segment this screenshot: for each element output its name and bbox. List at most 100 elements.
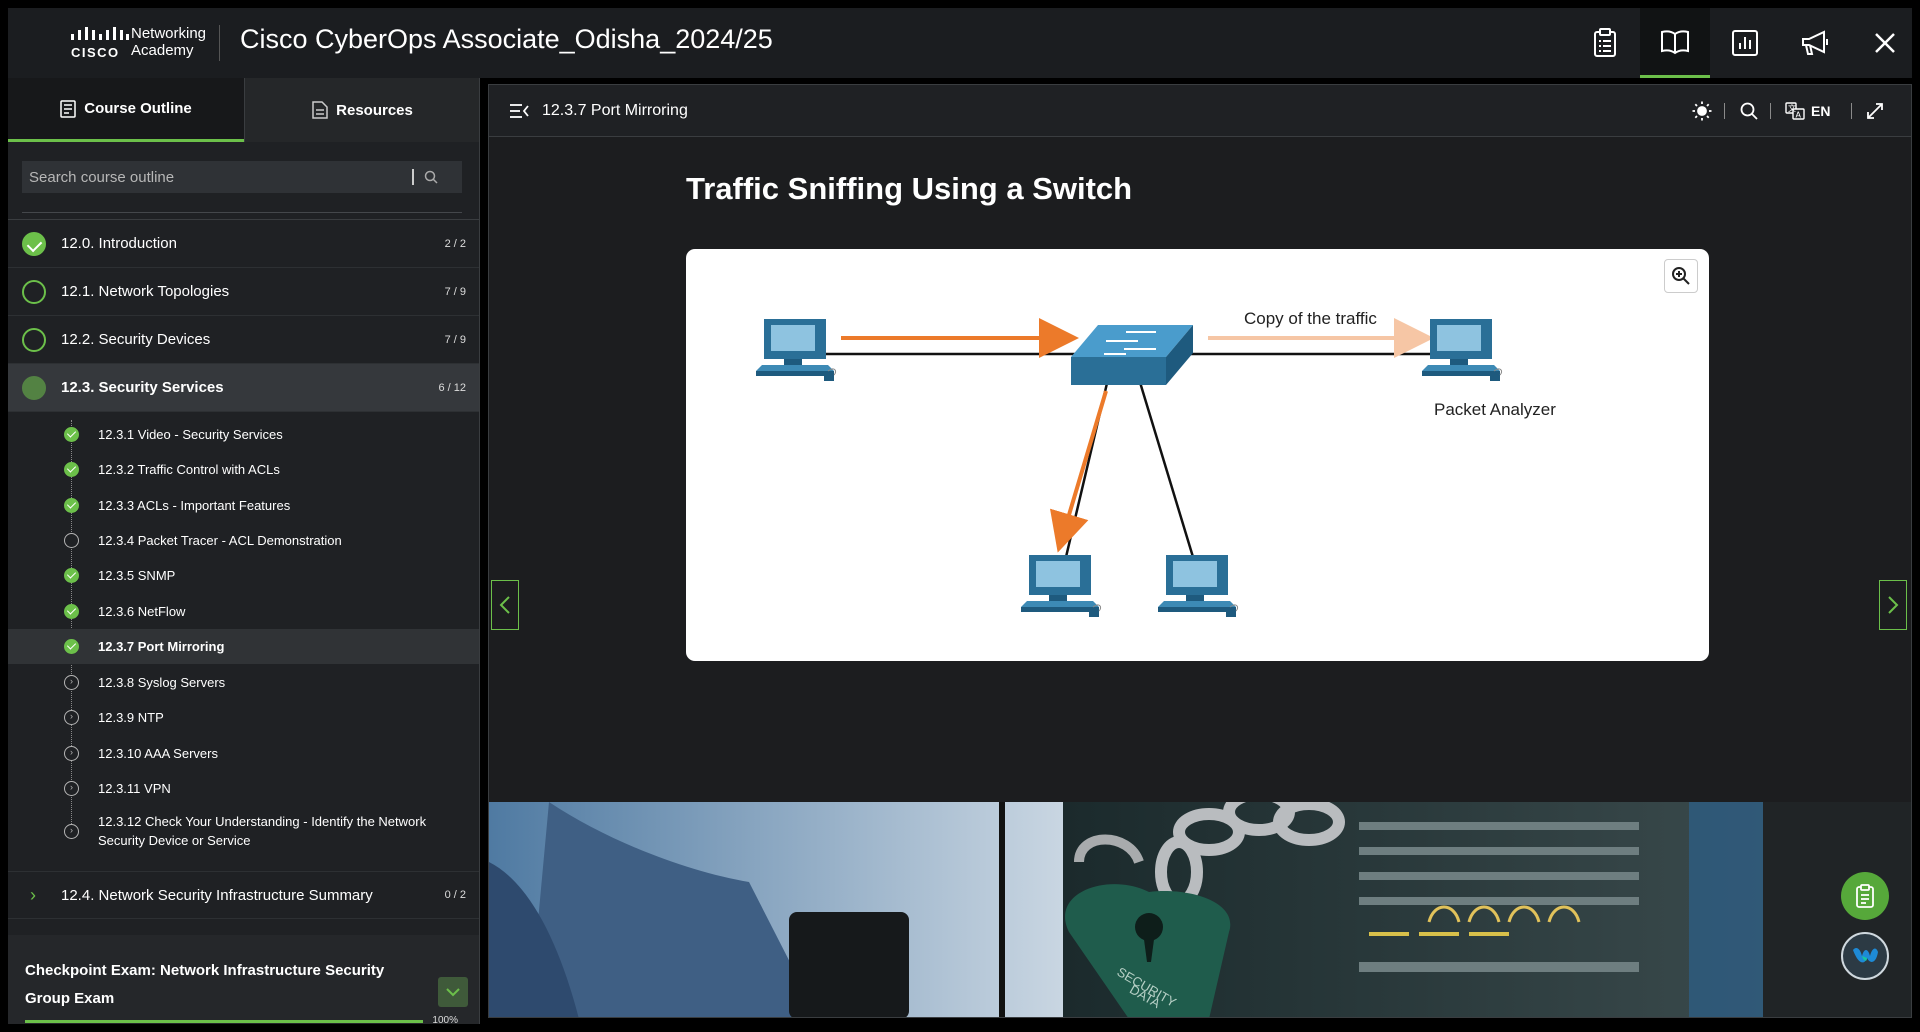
search-icon[interactable] <box>424 170 438 184</box>
network-topology-graphic <box>755 318 1503 618</box>
chevron-right-icon: › <box>64 823 79 839</box>
progress-ring-icon <box>22 327 46 352</box>
topic-label: 12.3.7 Port Mirroring <box>98 639 225 654</box>
chevron-left-icon <box>499 596 510 614</box>
grades-button[interactable] <box>1570 8 1640 78</box>
copy-of-traffic-label: Copy of the traffic <box>1244 309 1377 328</box>
module-label: 12.0. Introduction <box>61 235 177 252</box>
language-code: EN <box>1811 103 1831 119</box>
clipboard-icon <box>1594 28 1616 57</box>
close-icon <box>1875 33 1895 53</box>
module-12-1[interactable]: 12.1. Network Topologies 7 / 9 <box>8 268 479 316</box>
toolbar-divider <box>1770 103 1771 119</box>
module-12-3[interactable]: 12.3. Security Services 6 / 12 <box>8 364 479 412</box>
page-title: 12.3.7 Port Mirroring <box>542 102 688 119</box>
topic-12-3-9[interactable]: › 12.3.9 NTP <box>8 700 479 735</box>
announcements-button[interactable] <box>1780 8 1850 78</box>
topic-label: 12.3.12 Check Your Understanding - Ident… <box>98 814 427 848</box>
collapse-menu-icon[interactable] <box>509 103 529 119</box>
topic-label: 12.3.9 NTP <box>98 710 164 725</box>
completed-check-icon <box>64 462 79 477</box>
module-progress-count: 0 / 2 <box>444 889 466 901</box>
cisco-wordmark: CISCO <box>71 45 120 60</box>
expand-checkpoint-button[interactable] <box>438 977 468 1007</box>
incomplete-circle-icon <box>64 533 79 548</box>
previous-page-button[interactable] <box>491 580 519 630</box>
slide-heading: Traffic Sniffing Using a Switch <box>686 171 1133 206</box>
progress-ring-icon <box>22 279 46 304</box>
chart-icon <box>1732 30 1758 56</box>
module-12-4[interactable]: › 12.4. Network Security Infrastructure … <box>8 871 479 919</box>
checkpoint-percent: 100% <box>432 1015 458 1024</box>
toolbar-divider <box>1851 103 1852 119</box>
cisco-networking-academy-logo[interactable]: CISCO Networking Academy <box>63 25 213 61</box>
topic-12-3-7[interactable]: 12.3.7 Port Mirroring <box>8 629 479 664</box>
course-title: Cisco CyberOps Associate_Odisha_2024/25 <box>240 24 773 54</box>
course-sidebar: Course Outline Resources 12.0. Introduct… <box>8 78 480 1024</box>
top-header: CISCO Networking Academy Cisco CyberOps … <box>8 8 1912 78</box>
completed-check-icon <box>64 427 79 442</box>
completed-check-icon <box>22 231 46 256</box>
search-icon <box>1740 102 1758 120</box>
topic-12-3-10[interactable]: › 12.3.10 AAA Servers <box>8 736 479 771</box>
security-photo-graphic: SECURITY DATA <box>489 802 1911 1017</box>
topic-label: 12.3.1 Video - Security Services <box>98 427 283 442</box>
megaphone-icon <box>1802 30 1828 55</box>
expand-icon <box>1867 103 1883 119</box>
module-label: 12.3. Security Services <box>61 379 224 396</box>
sun-icon <box>1692 101 1712 121</box>
tab-course-outline-label: Course Outline <box>84 100 192 117</box>
chevron-right-icon <box>1888 596 1899 614</box>
module-progress-count: 7 / 9 <box>444 285 466 298</box>
completed-check-icon <box>64 568 79 583</box>
course-book-button[interactable] <box>1640 8 1710 78</box>
topic-label: 12.3.4 Packet Tracer - ACL Demonstration <box>98 533 342 548</box>
topic-label: 12.3.6 NetFlow <box>98 604 186 619</box>
search-page-button[interactable] <box>1740 99 1758 123</box>
topic-12-3-5[interactable]: 12.3.5 SNMP <box>8 558 479 593</box>
tab-resources[interactable]: Resources <box>244 78 479 142</box>
close-button[interactable] <box>1850 8 1920 78</box>
search-cursor-divider <box>412 169 414 185</box>
tab-course-outline[interactable]: Course Outline <box>8 78 244 142</box>
topic-label: 12.3.5 SNMP <box>98 568 176 583</box>
outline-search <box>22 161 462 193</box>
book-icon <box>1661 29 1689 54</box>
topic-12-3-2[interactable]: 12.3.2 Traffic Control with ACLs <box>8 452 479 487</box>
gradebook-button[interactable] <box>1710 8 1780 78</box>
webex-chat-button[interactable] <box>1841 932 1889 980</box>
checkpoint-exam-card[interactable]: Checkpoint Exam: Network Infrastructure … <box>8 935 479 1024</box>
completed-check-icon <box>64 498 79 513</box>
search-input[interactable] <box>22 168 412 186</box>
webex-icon <box>1853 948 1878 963</box>
topic-label: 12.3.10 AAA Servers <box>98 746 218 761</box>
topic-12-3-11[interactable]: › 12.3.11 VPN <box>8 771 479 806</box>
module-label: 12.1. Network Topologies <box>61 283 230 300</box>
security-banner-image: SECURITY DATA <box>489 802 1911 1017</box>
next-page-button[interactable] <box>1879 580 1907 630</box>
checkpoint-progress-bar <box>25 1020 423 1023</box>
header-divider <box>219 25 220 61</box>
topic-12-3-12[interactable]: › 12.3.12 Check Your Understanding - Ide… <box>8 808 479 854</box>
topic-12-3-8[interactable]: › 12.3.8 Syslog Servers <box>8 665 479 700</box>
fullscreen-button[interactable] <box>1866 99 1884 123</box>
module-label: 12.4. Network Security Infrastructure Su… <box>61 886 373 904</box>
topic-12-3-3[interactable]: 12.3.3 ACLs - Important Features <box>8 488 479 523</box>
language-button[interactable]: 文A EN <box>1785 99 1830 123</box>
switch-icon <box>1071 325 1193 385</box>
theme-toggle-button[interactable] <box>1692 99 1712 123</box>
completed-check-icon <box>64 639 79 654</box>
topic-12-3-1[interactable]: 12.3.1 Video - Security Services <box>8 417 479 452</box>
module-12-0[interactable]: 12.0. Introduction 2 / 2 <box>8 220 479 268</box>
packet-analyzer-label: Packet Analyzer <box>1434 400 1556 419</box>
progress-ring-icon <box>22 375 46 400</box>
grades-quick-button[interactable] <box>1841 872 1889 920</box>
slide-body: Traffic Sniffing Using a Switch Copy of … <box>489 137 1911 802</box>
topic-label: 12.3.8 Syslog Servers <box>98 675 226 690</box>
module-12-2[interactable]: 12.2. Security Devices 7 / 9 <box>8 316 479 364</box>
topic-label: 12.3.11 VPN <box>98 781 171 796</box>
sidebar-tabs: Course Outline Resources <box>8 78 479 142</box>
clipboard-icon <box>1856 884 1874 908</box>
topic-12-3-4[interactable]: 12.3.4 Packet Tracer - ACL Demonstration <box>8 523 479 558</box>
topic-12-3-6[interactable]: 12.3.6 NetFlow <box>8 594 479 629</box>
